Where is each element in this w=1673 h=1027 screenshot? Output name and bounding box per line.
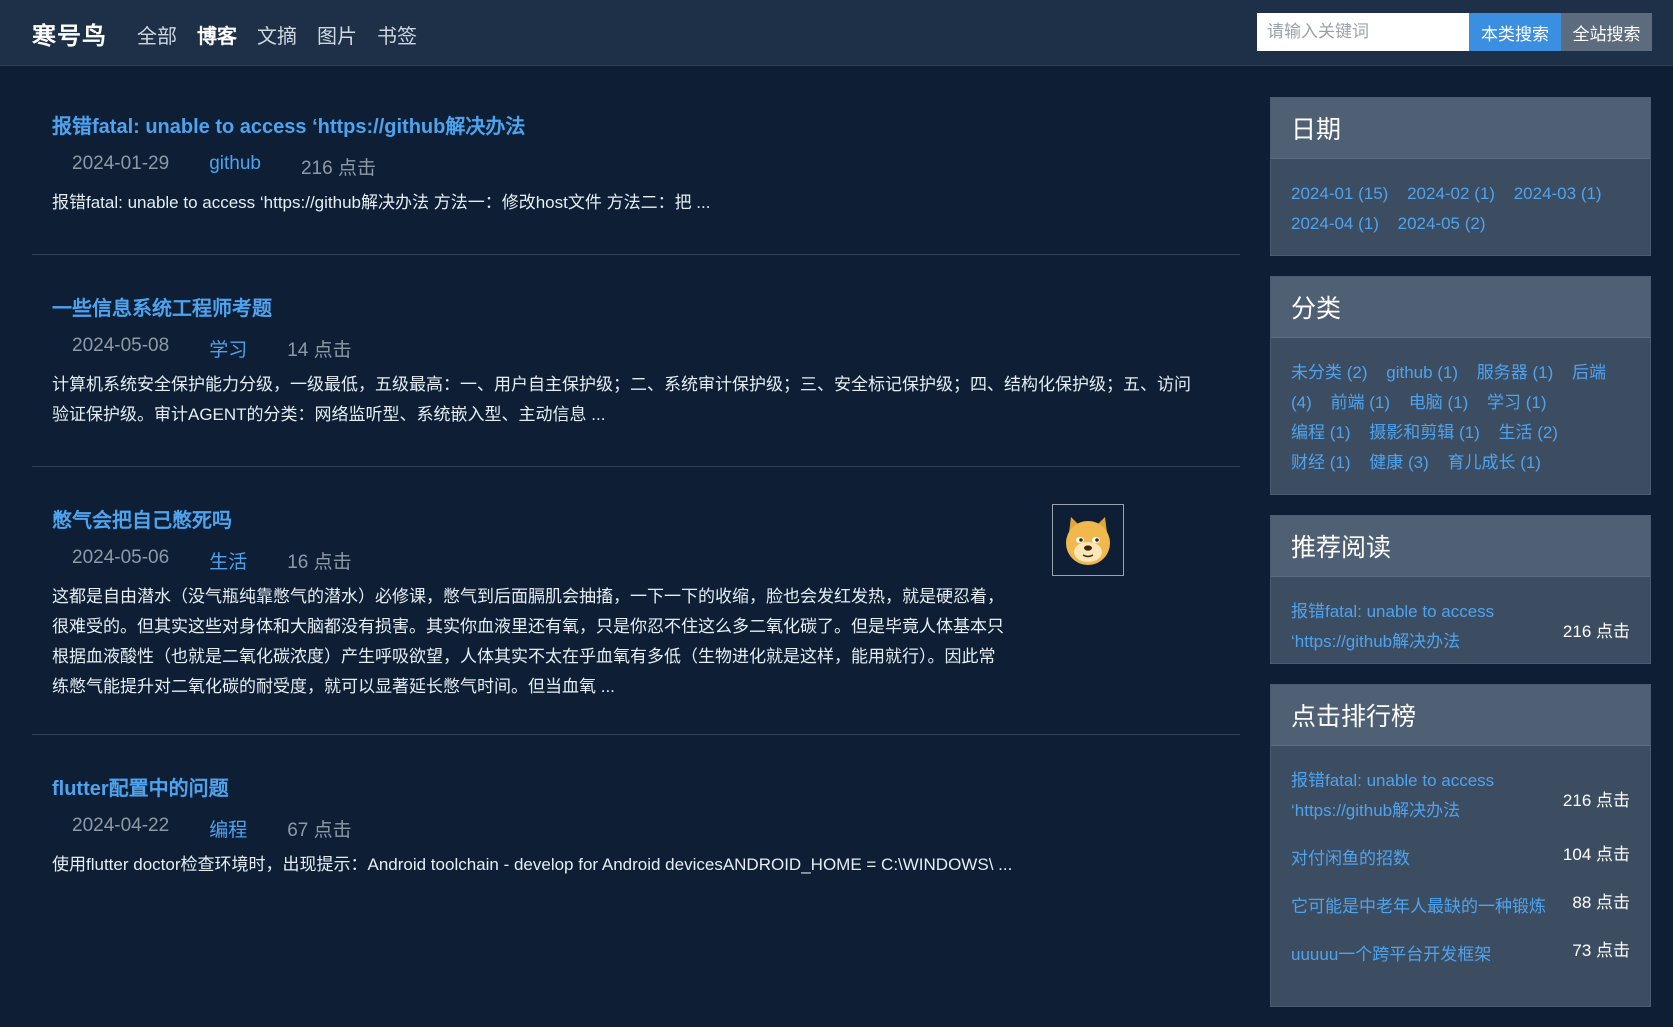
post-item: 报错fatal: unable to access ‘https://githu…	[32, 66, 1240, 255]
category-link[interactable]: 健康 (3)	[1369, 453, 1429, 472]
post-clicks: 14 点击	[287, 340, 352, 361]
category-link[interactable]: github (1)	[1386, 363, 1458, 382]
date-archive-panel: 日期 2024-01 (15) 2024-02 (1) 2024-03 (1) …	[1270, 97, 1651, 256]
recommended-item: 报错fatal: unable to access ‘https://githu…	[1291, 597, 1630, 657]
post-excerpt: 报错fatal: unable to access ‘https://githu…	[52, 193, 711, 212]
search-input[interactable]	[1257, 13, 1469, 51]
post-list: 报错fatal: unable to access ‘https://githu…	[32, 66, 1240, 959]
ranking-link[interactable]: 它可能是中老年人最缺的一种锻炼	[1291, 892, 1561, 922]
panel-title: 分类	[1271, 277, 1650, 338]
nav-bookmarks[interactable]: 书签	[377, 20, 417, 49]
post-date: 2024-05-06	[72, 547, 170, 568]
ranking-clicks: 104 点击	[1562, 845, 1630, 864]
category-link[interactable]: 摄影和剪辑 (1)	[1369, 423, 1480, 442]
category-link[interactable]: 育儿成长 (1)	[1447, 453, 1541, 472]
post-title[interactable]: flutter配置中的问题	[52, 772, 229, 801]
ranking-clicks: 216 点击	[1562, 791, 1630, 810]
date-link[interactable]: 2024-02 (1)	[1407, 184, 1495, 203]
ranking-link[interactable]: 对付闲鱼的招数	[1291, 844, 1561, 874]
category-list: 未分类 (2) github (1) 服务器 (1) 后端 (4) 前端 (1)…	[1271, 338, 1650, 494]
category-link[interactable]: 前端 (1)	[1331, 393, 1391, 412]
post-title[interactable]: 一些信息系统工程师考题	[52, 292, 272, 321]
date-list: 2024-01 (15) 2024-02 (1) 2024-03 (1) 202…	[1271, 159, 1650, 255]
post-title[interactable]: 报错fatal: unable to access ‘https://githu…	[52, 110, 525, 139]
category-link[interactable]: 电脑 (1)	[1409, 393, 1469, 412]
date-link[interactable]: 2024-01 (15)	[1291, 184, 1388, 203]
recommended-list: 报错fatal: unable to access ‘https://githu…	[1271, 577, 1650, 657]
sidebar: 日期 2024-01 (15) 2024-02 (1) 2024-03 (1) …	[1270, 97, 1651, 1027]
post-excerpt: 使用flutter doctor检查环境时，出现提示：Android toolc…	[52, 855, 1013, 874]
search-bar: 本类搜索 全站搜索	[1257, 13, 1652, 51]
nav-digest[interactable]: 文摘	[257, 20, 297, 49]
category-link[interactable]: 生活 (2)	[1498, 423, 1558, 442]
search-category-button[interactable]: 本类搜索	[1469, 13, 1561, 51]
recommended-panel: 推荐阅读 报错fatal: unable to access ‘https://…	[1270, 515, 1651, 664]
ranking-list: 报错fatal: unable to access ‘https://githu…	[1271, 746, 1650, 1006]
date-link[interactable]: 2024-05 (2)	[1398, 214, 1486, 233]
ranking-link[interactable]: uuuuu一个跨平台开发框架	[1291, 940, 1561, 970]
post-clicks: 16 点击	[287, 552, 352, 573]
post-meta: 2024-01-29 github 216 点击	[52, 153, 1220, 180]
nav-blog[interactable]: 博客	[197, 20, 237, 49]
search-site-button[interactable]: 全站搜索	[1561, 13, 1652, 51]
post-category[interactable]: 学习	[209, 335, 247, 362]
nav-all[interactable]: 全部	[137, 20, 177, 49]
post-excerpt: 计算机系统安全保护能力分级，一级最低，五级最高：一、用户自主保护级；二、系统审计…	[52, 375, 1191, 424]
post-meta: 2024-04-22 编程 67 点击	[52, 815, 1220, 842]
recommended-clicks: 216 点击	[1562, 622, 1630, 641]
ranking-clicks: 88 点击	[1572, 893, 1630, 912]
category-link[interactable]: 财经 (1)	[1291, 453, 1351, 472]
top-navigation-bar: 寒号鸟 全部 博客 文摘 图片 书签 本类搜索 全站搜索	[0, 0, 1673, 66]
post-date: 2024-05-08	[72, 335, 170, 356]
post-category[interactable]: 编程	[209, 815, 247, 842]
category-link[interactable]: 未分类 (2)	[1291, 363, 1368, 382]
panel-title: 点击排行榜	[1271, 685, 1650, 746]
ranking-item: uuuuu一个跨平台开发框架 73 点击	[1291, 940, 1630, 970]
nav-images[interactable]: 图片	[317, 20, 357, 49]
post-date: 2024-04-22	[72, 815, 170, 836]
post-clicks: 67 点击	[287, 820, 352, 841]
date-link[interactable]: 2024-03 (1)	[1514, 184, 1602, 203]
post-excerpt: 这都是自由潜水（没气瓶纯靠憋气的潜水）必修课，憋气到后面膈肌会抽搐，一下一下的收…	[52, 587, 1004, 696]
post-date: 2024-01-29	[72, 153, 170, 174]
post-item: 憋气会把自己憋死吗 2024-05-06 生活 16 点击 这都是自由潜水（没气…	[32, 467, 1240, 735]
ranking-link[interactable]: 报错fatal: unable to access ‘https://githu…	[1291, 766, 1561, 826]
ranking-clicks: 73 点击	[1572, 941, 1630, 960]
post-item: flutter配置中的问题 2024-04-22 编程 67 点击 使用flut…	[32, 735, 1240, 935]
category-link[interactable]: 编程 (1)	[1291, 423, 1351, 442]
ranking-item: 对付闲鱼的招数 104 点击	[1291, 844, 1630, 874]
date-link[interactable]: 2024-04 (1)	[1291, 214, 1379, 233]
ranking-item: 报错fatal: unable to access ‘https://githu…	[1291, 766, 1630, 826]
category-link[interactable]: 学习 (1)	[1487, 393, 1547, 412]
post-meta: 2024-05-08 学习 14 点击	[52, 335, 1220, 362]
panel-title: 推荐阅读	[1271, 516, 1650, 577]
site-logo[interactable]: 寒号鸟	[32, 16, 107, 51]
panel-title: 日期	[1271, 98, 1650, 159]
doge-face-icon	[1066, 517, 1110, 565]
post-category[interactable]: 生活	[209, 547, 247, 574]
post-item: 一些信息系统工程师考题 2024-05-08 学习 14 点击 计算机系统安全保…	[32, 255, 1240, 467]
ranking-item: 它可能是中老年人最缺的一种锻炼 88 点击	[1291, 892, 1630, 922]
main-nav: 全部 博客 文摘 图片 书签	[137, 20, 417, 49]
category-link[interactable]: 服务器 (1)	[1477, 363, 1554, 382]
post-meta: 2024-05-06 生活 16 点击	[52, 547, 1220, 574]
post-category[interactable]: github	[209, 153, 261, 180]
category-panel: 分类 未分类 (2) github (1) 服务器 (1) 后端 (4) 前端 …	[1270, 276, 1651, 495]
post-clicks: 216 点击	[300, 158, 376, 179]
post-thumbnail[interactable]	[1052, 504, 1124, 576]
recommended-link[interactable]: 报错fatal: unable to access ‘https://githu…	[1291, 597, 1561, 657]
post-title[interactable]: 憋气会把自己憋死吗	[52, 504, 232, 533]
